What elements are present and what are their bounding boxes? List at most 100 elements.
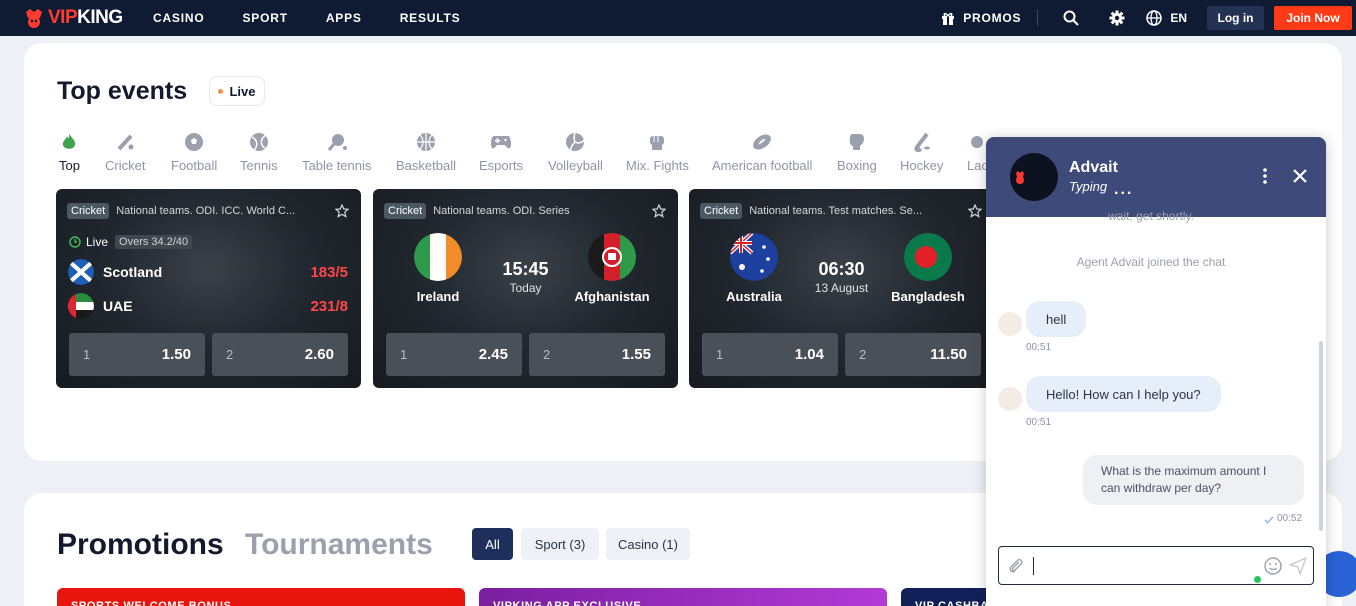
more-vertical-icon[interactable]	[1258, 167, 1272, 185]
scotland-flag-icon	[68, 259, 94, 285]
match-time: 06:30	[818, 259, 865, 279]
match-header: Cricket National teams. ODI. ICC. World …	[67, 203, 349, 219]
sport-tab-lacrosse[interactable]: Lac	[967, 131, 988, 173]
top-events-title: Top events	[57, 77, 188, 105]
main-nav: CASINO SPORT APPS RESULTS	[153, 0, 498, 36]
gamepad-icon	[490, 136, 512, 149]
sport-tab-table-tennis[interactable]: Table tennis	[302, 131, 371, 173]
sport-tab-label: Boxing	[837, 158, 877, 173]
sport-tab-label: Volleyball	[548, 158, 603, 173]
cricket-icon	[117, 134, 134, 151]
online-indicator	[1254, 576, 1261, 583]
chat-message-input[interactable]	[998, 546, 1314, 585]
join-now-button[interactable]: Join Now	[1274, 6, 1352, 30]
live-filter-button[interactable]: Live	[209, 76, 265, 106]
favorite-star-icon[interactable]	[335, 204, 349, 218]
language-selector[interactable]: EN	[1146, 10, 1187, 26]
vipking-logo[interactable]: VIPKING	[24, 6, 123, 30]
close-icon[interactable]	[1291, 167, 1309, 185]
american-football-icon	[753, 134, 772, 150]
sport-tab-top[interactable]: Top	[59, 131, 80, 173]
gear-icon	[1109, 10, 1125, 26]
sport-tab-boxing[interactable]: Boxing	[837, 131, 877, 173]
user-avatar	[998, 312, 1022, 336]
sport-tab-basketball[interactable]: Basketball	[396, 131, 456, 173]
nav-sport[interactable]: SPORT	[242, 11, 287, 25]
sport-tab-label: American football	[712, 158, 813, 173]
agent-typing-status: Typing	[1069, 179, 1108, 194]
sport-tab-mix-fights[interactable]: Mix. Fights	[626, 131, 689, 173]
league-name: National teams. Test matches. Se...	[749, 205, 923, 217]
promo-banner-sports[interactable]: SPORTS WELCOME BONUS	[57, 588, 465, 606]
team-name: Scotland	[103, 264, 163, 280]
odds-button-2[interactable]: 2 11.50	[845, 333, 981, 376]
message-time: 00:51	[1026, 417, 1052, 428]
odds-label: 2	[226, 347, 234, 362]
favorite-star-icon[interactable]	[968, 204, 982, 218]
top-navbar: VIPKING CASINO SPORT APPS RESULTS PROMOS	[0, 0, 1356, 36]
tournaments-tab[interactable]: Tournaments	[245, 528, 433, 562]
nav-apps[interactable]: APPS	[326, 11, 362, 25]
fire-icon	[63, 133, 76, 149]
nav-actions: PROMOS EN Log in Join Now	[941, 0, 1356, 36]
match-header: Cricket National teams. Test matches. Se…	[700, 203, 982, 219]
match-card-scotland-uae[interactable]: Cricket National teams. ODI. ICC. World …	[56, 189, 361, 388]
login-button[interactable]: Log in	[1207, 6, 1264, 30]
sport-tab-esports[interactable]: Esports	[479, 131, 523, 173]
send-icon[interactable]	[1289, 557, 1307, 575]
sport-tab-label: Lac	[967, 158, 988, 173]
promotions-tab[interactable]: Promotions	[57, 528, 224, 562]
language-label: EN	[1170, 11, 1187, 25]
chat-messages: wait, get shortly. Agent Advait joined t…	[986, 209, 1326, 537]
gift-icon	[942, 12, 955, 25]
match-card-ireland-afghanistan[interactable]: Cricket National teams. ODI. Series Irel…	[373, 189, 678, 388]
league-name: National teams. ODI. Series	[433, 205, 570, 217]
paperclip-icon[interactable]	[1007, 557, 1025, 575]
favorite-star-icon[interactable]	[652, 204, 666, 218]
match-card-australia-bangladesh[interactable]: Cricket National teams. Test matches. Se…	[689, 189, 994, 388]
settings-button[interactable]	[1094, 0, 1140, 36]
promos-label: PROMOS	[963, 11, 1022, 25]
sport-tab-football[interactable]: Football	[171, 131, 217, 173]
sport-tab-cricket[interactable]: Cricket	[105, 131, 145, 173]
sport-tab-tennis[interactable]: Tennis	[240, 131, 278, 173]
lacrosse-icon	[971, 136, 984, 148]
live-filter-label: Live	[229, 83, 256, 99]
fist-icon	[650, 136, 665, 150]
promos-link[interactable]: PROMOS	[941, 10, 1039, 26]
match-date: 13 August	[814, 281, 869, 295]
league-name: National teams. ODI. ICC. World C...	[116, 205, 296, 217]
sport-tag: Cricket	[700, 203, 743, 219]
chat-scrollbar[interactable]	[1319, 341, 1323, 531]
sport-tab-label: Tennis	[240, 158, 278, 173]
emoji-icon[interactable]	[1263, 556, 1283, 576]
odds-button-2[interactable]: 2 1.55	[529, 333, 665, 376]
team-row-uae: UAE 231/8	[68, 293, 348, 319]
sport-tab-american-football[interactable]: American football	[712, 131, 812, 173]
odds-value: 2.60	[304, 346, 334, 363]
sport-tab-label: Football	[171, 158, 218, 173]
logo-king-text: KING	[77, 7, 123, 28]
promo-banner-app[interactable]: VIPKING APP EXCLUSIVE	[479, 588, 887, 606]
basketball-icon	[416, 133, 435, 151]
nav-casino[interactable]: CASINO	[153, 11, 204, 25]
odds-label: 1	[83, 347, 91, 362]
odds-value: 1.55	[621, 346, 651, 363]
filter-casino[interactable]: Casino (1)	[606, 528, 690, 560]
odds-button-1[interactable]: 1 1.50	[69, 333, 205, 376]
odds-button-1[interactable]: 1 2.45	[386, 333, 522, 376]
sport-tab-hockey[interactable]: Hockey	[900, 131, 943, 173]
nav-results[interactable]: RESULTS	[400, 11, 461, 25]
sport-tab-label: Basketball	[396, 158, 456, 173]
odds-button-1[interactable]: 1 1.04	[702, 333, 838, 376]
filter-sport[interactable]: Sport (3)	[521, 528, 599, 560]
sport-tab-volleyball[interactable]: Volleyball	[548, 131, 603, 173]
filter-all[interactable]: All	[472, 528, 513, 560]
team-score: 183/5	[310, 263, 348, 281]
odds-button-2[interactable]: 2 2.60	[212, 333, 348, 376]
system-message-clipped: wait, get shortly.	[1108, 209, 1194, 223]
search-button[interactable]	[1048, 0, 1094, 36]
message-time: 00:51	[1026, 342, 1052, 353]
volleyball-icon	[566, 132, 586, 151]
read-check-icon	[1264, 516, 1274, 524]
